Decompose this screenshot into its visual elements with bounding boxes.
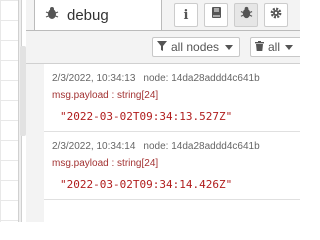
filter-icon bbox=[157, 40, 167, 54]
info-tab-button[interactable]: i bbox=[174, 3, 198, 27]
help-tab-button[interactable] bbox=[204, 3, 228, 27]
filter-label: all nodes bbox=[171, 40, 220, 54]
message-list-gutter bbox=[26, 64, 45, 222]
message-value[interactable]: "2022-03-02T09:34:13.527Z" bbox=[52, 110, 300, 123]
flow-canvas-edge[interactable] bbox=[0, 0, 18, 222]
debug-message[interactable]: 2/3/2022, 10:34:13 node: 14da28addd4c641b… bbox=[44, 64, 300, 132]
clear-messages-button[interactable]: all bbox=[250, 37, 300, 57]
sidebar-tab-bar: debug i bbox=[26, 0, 300, 31]
sidebar: debug i all nodes all 2/3/2022, 10:34:13… bbox=[26, 0, 300, 222]
bug-icon bbox=[240, 6, 253, 24]
caret-down-icon bbox=[225, 40, 234, 54]
debug-message-list: 2/3/2022, 10:34:13 node: 14da28addd4c641b… bbox=[44, 64, 300, 222]
tab-debug[interactable]: debug bbox=[34, 0, 162, 30]
message-property: msg.payload : string[24] bbox=[52, 90, 159, 101]
bug-icon bbox=[45, 6, 59, 25]
message-property: msg.payload : string[24] bbox=[52, 158, 159, 169]
message-meta: 2/3/2022, 10:34:13 node: 14da28addd4c641b bbox=[52, 73, 300, 84]
info-icon: i bbox=[183, 7, 189, 23]
book-icon bbox=[210, 6, 223, 24]
message-timestamp: 2/3/2022, 10:34:14 bbox=[52, 141, 136, 152]
message-meta: 2/3/2022, 10:34:14 node: 14da28addd4c641b bbox=[52, 141, 300, 152]
tab-label: debug bbox=[67, 6, 109, 24]
filter-nodes-button[interactable]: all nodes bbox=[152, 37, 240, 57]
trash-icon bbox=[255, 40, 264, 54]
message-node-id[interactable]: node: 14da28addd4c641b bbox=[143, 73, 259, 84]
debug-toolbar: all nodes all bbox=[26, 31, 300, 64]
debug-tab-button[interactable] bbox=[234, 3, 258, 27]
caret-down-icon bbox=[285, 40, 294, 54]
message-timestamp: 2/3/2022, 10:34:13 bbox=[52, 73, 136, 84]
message-node-id[interactable]: node: 14da28addd4c641b bbox=[143, 141, 259, 152]
config-tab-button[interactable] bbox=[264, 3, 288, 27]
clear-label: all bbox=[268, 40, 281, 54]
message-value[interactable]: "2022-03-02T09:34:14.426Z" bbox=[52, 178, 300, 191]
gear-icon bbox=[269, 6, 283, 25]
debug-message[interactable]: 2/3/2022, 10:34:14 node: 14da28addd4c641b… bbox=[44, 132, 300, 200]
